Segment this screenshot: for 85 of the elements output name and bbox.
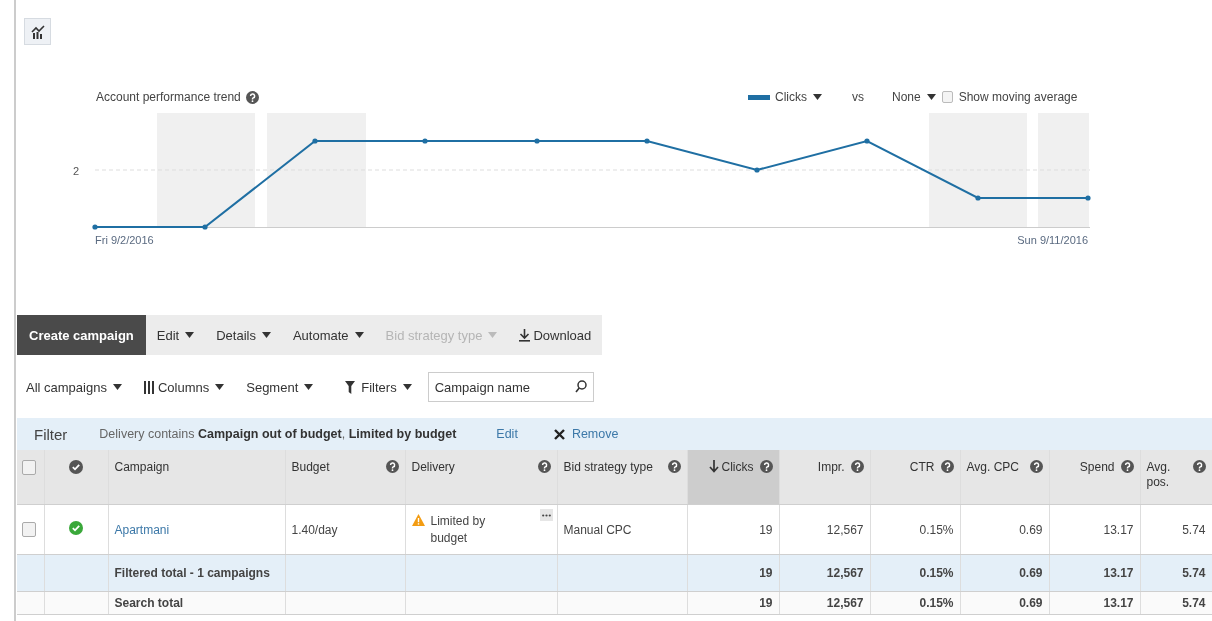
table-cell: 13.17: [1049, 504, 1140, 555]
sort-arrow-icon: [708, 460, 719, 473]
table-cell: 5.74: [1140, 504, 1212, 555]
chart-icon: [30, 24, 45, 39]
column-header[interactable]: Impr.: [779, 450, 870, 505]
table-cell: 0.15%: [870, 554, 960, 592]
caret-icon: [215, 384, 225, 390]
columns-icon: [143, 380, 154, 394]
table-cell: 0.69: [960, 504, 1049, 555]
menu-button[interactable]: Automate: [281, 315, 375, 355]
checkbox[interactable]: [22, 460, 36, 476]
total-label: Search total: [108, 591, 285, 615]
menu-button[interactable]: Segment: [246, 379, 314, 395]
help-icon[interactable]: [940, 460, 954, 473]
help-icon[interactable]: [1192, 460, 1206, 473]
caret-icon: [488, 332, 498, 338]
download-icon: [519, 328, 531, 342]
help-icon[interactable]: [537, 460, 551, 473]
search-field[interactable]: Campaign name: [427, 372, 594, 402]
more-icon: [541, 513, 551, 517]
table-cell: 19: [687, 554, 779, 592]
compare-dropdown[interactable]: None: [892, 90, 936, 104]
caret-icon: [926, 94, 936, 100]
axis-tick-label: 2: [73, 165, 80, 177]
help-icon[interactable]: [759, 460, 773, 473]
vs-label: vs: [852, 90, 864, 104]
caret-icon: [402, 384, 412, 390]
help-icon[interactable]: [1120, 460, 1134, 473]
checkbox[interactable]: [22, 522, 36, 538]
filter-description: Delivery contains Campaign out of budget, Limited by budget: [99, 427, 457, 441]
caret-icon: [185, 332, 195, 338]
column-header[interactable]: Spend: [1049, 450, 1140, 505]
column-header[interactable]: Delivery: [405, 450, 557, 505]
table-cell: Manual CPC: [557, 504, 687, 555]
more-button[interactable]: [539, 509, 553, 522]
checkbox-label: Show moving average: [958, 90, 1078, 104]
help-icon[interactable]: [385, 460, 399, 473]
metric-dropdown[interactable]: Clicks: [775, 90, 822, 104]
menu-button[interactable]: All campaigns: [26, 379, 122, 395]
column-header[interactable]: Avg. CPC: [960, 450, 1049, 505]
table-cell: 5.74: [1140, 554, 1212, 592]
table-cell: 13.17: [1049, 554, 1140, 592]
menu-button[interactable]: Filters: [345, 379, 412, 395]
table-cell: 0.69: [960, 554, 1049, 592]
delivery-status: Limited by budget: [430, 513, 487, 546]
help-icon[interactable]: [667, 460, 681, 473]
table-cell: 19: [687, 504, 779, 555]
column-header[interactable]: Bid strategy type: [557, 450, 687, 505]
table-cell: 0.15%: [870, 504, 960, 555]
menu-button[interactable]: Details: [205, 315, 282, 355]
help-icon[interactable]: [1029, 460, 1043, 473]
remove-link[interactable]: Remove: [553, 427, 619, 441]
caret-icon: [304, 384, 314, 390]
caret-icon: [354, 332, 364, 338]
table-cell: 12,567: [779, 554, 870, 592]
close-icon: [553, 428, 565, 440]
column-header[interactable]: Campaign: [108, 450, 285, 505]
caret-icon: [112, 384, 122, 390]
column-header[interactable]: Budget: [285, 450, 405, 505]
help-icon[interactable]: [245, 90, 259, 104]
table-cell: 1.40/day: [285, 504, 405, 555]
axis-date-label: Fri 9/2/2016: [95, 234, 154, 246]
menu-button[interactable]: Edit: [145, 315, 206, 355]
total-label: Filtered total - 1 campaigns: [108, 554, 285, 592]
search-icon[interactable]: [574, 380, 587, 393]
chart-toggle-button[interactable]: [24, 18, 51, 45]
filter-label: Filter: [34, 425, 68, 443]
status-icon: [69, 460, 83, 474]
caret-icon: [813, 94, 822, 100]
campaign-link[interactable]: Apartmani: [114, 522, 170, 537]
create-button[interactable]: Create campaign: [17, 315, 146, 355]
axis-date-label: Sun 9/11/2016: [1017, 234, 1088, 246]
caret-icon: [261, 332, 271, 338]
column-header[interactable]: CTR: [870, 450, 960, 505]
table-cell: 12,567: [779, 504, 870, 555]
filter-icon: [345, 380, 356, 394]
edit-link[interactable]: Edit: [496, 427, 518, 441]
column-header[interactable]: Avg. pos.: [1140, 450, 1212, 505]
checkbox[interactable]: [941, 91, 953, 103]
download-button[interactable]: Download: [508, 315, 603, 355]
chart-title: Account performance trend: [96, 90, 241, 104]
column-header[interactable]: Clicks: [687, 450, 779, 505]
help-icon[interactable]: [850, 460, 864, 473]
legend-swatch: [748, 94, 770, 100]
menu-button[interactable]: Columns: [143, 379, 225, 395]
